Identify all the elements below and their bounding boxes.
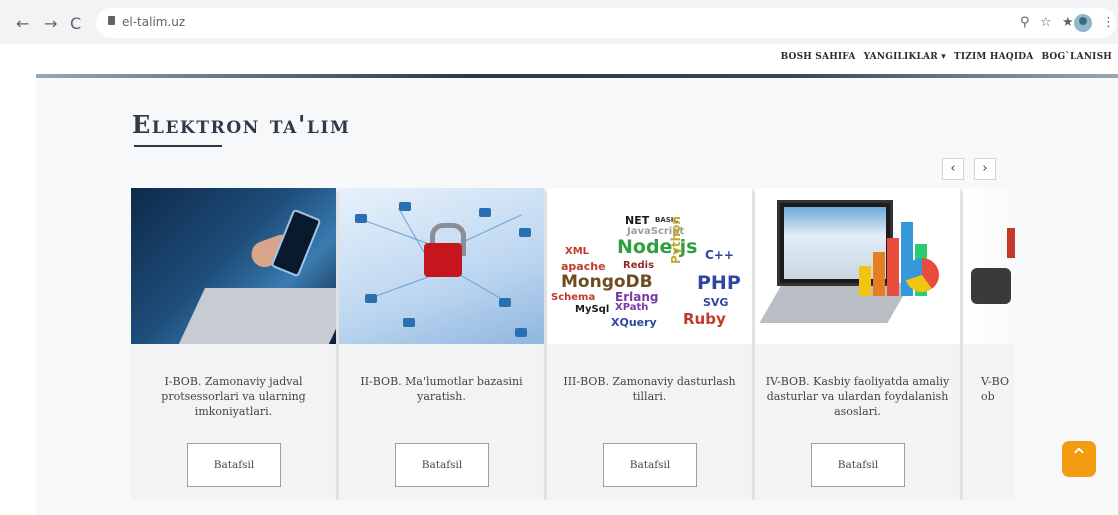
- details-button[interactable]: Batafsil: [187, 443, 281, 487]
- nav-item-home[interactable]: BOSH SAHIFA: [781, 52, 856, 62]
- bookmark-star-icon[interactable]: ☆: [1040, 15, 1052, 30]
- camera-icon: [971, 268, 1011, 304]
- reload-icon[interactable]: C: [70, 14, 81, 33]
- main-nav: BOSH SAHIFA YANGILIKLAR ▾ TIZIM HAQIDA B…: [781, 52, 1112, 62]
- wordcloud-word: Redis: [623, 260, 655, 271]
- lock-icon: [108, 16, 115, 25]
- course-carousel: I-BOB. Zamonaviy jadval protsessorlari v…: [131, 188, 1015, 500]
- wordcloud-word: C++: [705, 248, 734, 262]
- wordcloud-word: Schema: [551, 292, 596, 303]
- carousel-next-button[interactable]: ›: [974, 158, 996, 180]
- profile-avatar[interactable]: [1074, 14, 1092, 32]
- back-icon[interactable]: ←: [16, 14, 29, 33]
- course-card: NET BASIC JavaScript Node.js XML apache …: [547, 188, 752, 500]
- page-title: Elektron ta'lim: [132, 110, 351, 139]
- course-card: I-BOB. Zamonaviy jadval protsessorlari v…: [131, 188, 336, 500]
- card-image-camera: [963, 188, 1015, 344]
- wordcloud-word: MySql: [575, 304, 610, 315]
- carousel-prev-button[interactable]: ‹: [942, 158, 964, 180]
- wordcloud-word: Ruby: [683, 310, 726, 328]
- forward-icon[interactable]: →: [44, 14, 57, 33]
- course-card: II-BOB. Ma'lumotlar bazasini yaratish. B…: [339, 188, 544, 500]
- wordcloud-word: XPath: [615, 302, 649, 313]
- card-image-network-lock: [339, 188, 544, 344]
- title-underline: [134, 145, 222, 147]
- wordcloud-word: Python: [669, 216, 683, 264]
- nav-item-contact[interactable]: BOG`LANISH: [1041, 52, 1112, 62]
- address-bar[interactable]: el-talim.uz ⚲ ☆ ★ ⋮: [96, 8, 1116, 38]
- pie-chart-icon: [905, 258, 939, 292]
- padlock-icon: [424, 243, 462, 277]
- card-caption: V-BO ob: [981, 375, 1009, 403]
- extension-icon[interactable]: ★: [1062, 15, 1074, 30]
- card-caption: II-BOB. Ma'lumotlar bazasini yaratish.: [360, 375, 523, 403]
- zoom-icon[interactable]: ⚲: [1020, 15, 1030, 30]
- laptop-shape: [177, 288, 336, 344]
- wordcloud-word: XQuery: [611, 316, 657, 329]
- browser-toolbar: ← → C el-talim.uz ⚲ ☆ ★ ⋮: [0, 0, 1118, 44]
- wordcloud-word: PHP: [697, 272, 741, 294]
- details-button[interactable]: Batafsil: [603, 443, 697, 487]
- card-caption: I-BOB. Zamonaviy jadval protsessorlari v…: [161, 375, 306, 418]
- course-card: IV-BOB. Kasbiy faoliyatda amaliy dasturl…: [755, 188, 960, 500]
- details-button[interactable]: Batafsil: [395, 443, 489, 487]
- wordcloud-word: SVG: [703, 296, 729, 309]
- nav-item-about[interactable]: TIZIM HAQIDA: [954, 52, 1034, 62]
- card-image-smartphone: [131, 188, 336, 344]
- menu-dots-icon[interactable]: ⋮: [1102, 15, 1115, 30]
- card-caption: IV-BOB. Kasbiy faoliyatda amaliy dasturl…: [765, 375, 950, 418]
- wordcloud-word: Node.js: [617, 236, 698, 258]
- card-caption: III-BOB. Zamonaviy dasturlash tillari.: [563, 375, 736, 403]
- wordcloud-word: MongoDB: [561, 272, 653, 292]
- course-card: V-BO ob: [963, 188, 1015, 500]
- address-url[interactable]: el-talim.uz: [122, 15, 185, 29]
- scroll-to-top-button[interactable]: ⌃: [1062, 441, 1096, 477]
- card-image-wordcloud: NET BASIC JavaScript Node.js XML apache …: [547, 188, 752, 344]
- nav-item-news[interactable]: YANGILIKLAR ▾: [864, 52, 946, 62]
- details-button[interactable]: Batafsil: [811, 443, 905, 487]
- wordcloud-word: XML: [565, 246, 590, 257]
- card-image-laptop-chart: [755, 188, 960, 344]
